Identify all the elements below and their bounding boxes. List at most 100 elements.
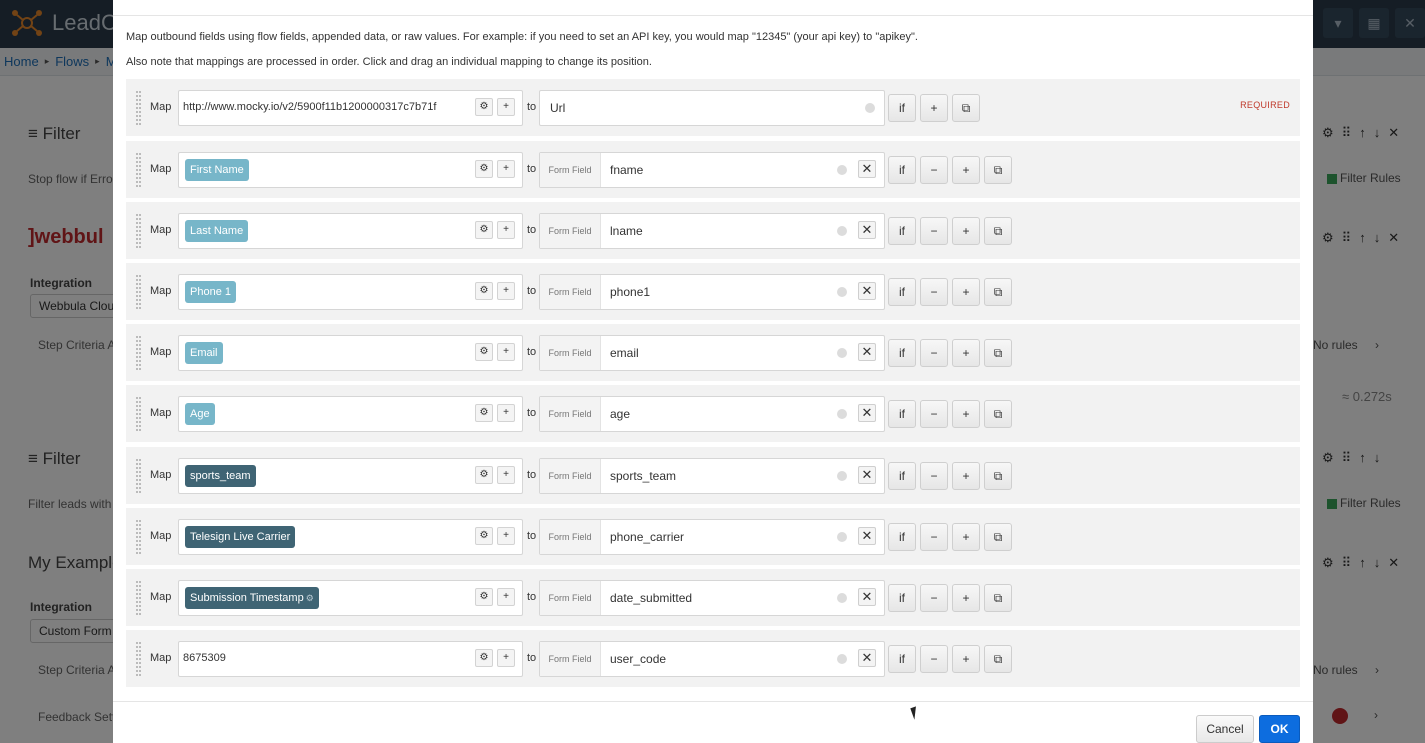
mapping-row[interactable]: Map 8675309 ⚙ + to Form Field user_code ✕ if − + ⧉ — [126, 630, 1300, 688]
condition-button[interactable]: if — [888, 645, 916, 673]
mapping-row[interactable]: Map Email ⚙ + to Form Field email ✕ if − + ⧉ — [126, 324, 1300, 382]
source-add-icon[interactable]: + — [497, 343, 515, 361]
copy-icon[interactable]: ⧉ — [984, 523, 1012, 551]
mapping-row[interactable]: Map sports_team ⚙ + to Form Field sports_team ✕… — [126, 447, 1300, 505]
remove-mapping-button[interactable]: − — [920, 462, 948, 490]
destination-field[interactable]: Form Field email ✕ — [539, 335, 885, 371]
condition-button[interactable]: if — [888, 400, 916, 428]
clear-icon[interactable]: ✕ — [858, 588, 876, 606]
remove-mapping-button[interactable]: − — [920, 400, 948, 428]
source-add-icon[interactable]: + — [497, 404, 515, 422]
tag-gear-icon[interactable]: ⚙ — [306, 593, 314, 603]
condition-button[interactable]: if — [888, 156, 916, 184]
source-tag[interactable]: Submission Timestamp ⚙ — [185, 587, 319, 609]
mapping-row[interactable]: Map Phone 1 ⚙ + to Form Field phone1 ✕ if − + ⧉ — [126, 263, 1300, 321]
remove-mapping-button[interactable]: − — [920, 645, 948, 673]
mapping-row[interactable]: Map Age ⚙ + to Form Field age ✕ if − + ⧉ — [126, 385, 1300, 443]
destination-field[interactable]: Url — [539, 90, 885, 126]
drag-handle-icon[interactable] — [136, 520, 141, 554]
source-settings-icon[interactable]: ⚙ — [475, 649, 493, 667]
source-settings-icon[interactable]: ⚙ — [475, 343, 493, 361]
condition-button[interactable]: if — [888, 584, 916, 612]
condition-button[interactable]: if — [888, 94, 916, 122]
drag-handle-icon[interactable] — [136, 91, 141, 125]
mapping-row[interactable]: Map http://www.mocky.io/v2/5900f11b120000… — [126, 79, 1300, 137]
remove-mapping-button[interactable]: − — [920, 156, 948, 184]
destination-field[interactable]: Form Field date_submitted ✕ — [539, 580, 885, 616]
mapping-row[interactable]: Map Telesign Live Carrier ⚙ + to Form Field ph… — [126, 508, 1300, 566]
remove-mapping-button[interactable]: − — [920, 339, 948, 367]
add-mapping-button[interactable]: + — [952, 584, 980, 612]
destination-field[interactable]: Form Field phone1 ✕ — [539, 274, 885, 310]
source-field[interactable]: sports_team ⚙ + — [178, 458, 523, 494]
add-mapping-button[interactable]: + — [952, 339, 980, 367]
source-settings-icon[interactable]: ⚙ — [475, 527, 493, 545]
mapping-row[interactable]: Map First Name ⚙ + to Form Field fname ✕ if − + ⧉ — [126, 141, 1300, 199]
remove-mapping-button[interactable]: − — [920, 523, 948, 551]
source-field[interactable]: Submission Timestamp ⚙ ⚙ + — [178, 580, 523, 616]
clear-icon[interactable]: ✕ — [858, 160, 876, 178]
remove-mapping-button[interactable]: − — [920, 278, 948, 306]
source-add-icon[interactable]: + — [497, 527, 515, 545]
drag-handle-icon[interactable] — [136, 581, 141, 615]
source-field[interactable]: First Name ⚙ + — [178, 152, 523, 188]
ok-button[interactable]: OK — [1259, 715, 1300, 743]
copy-icon[interactable]: ⧉ — [984, 339, 1012, 367]
source-add-icon[interactable]: + — [497, 282, 515, 300]
source-tag[interactable]: Phone 1 — [185, 281, 236, 303]
source-settings-icon[interactable]: ⚙ — [475, 221, 493, 239]
source-add-icon[interactable]: + — [497, 98, 515, 116]
copy-icon[interactable]: ⧉ — [984, 278, 1012, 306]
source-add-icon[interactable]: + — [497, 588, 515, 606]
add-mapping-button[interactable]: + — [952, 278, 980, 306]
source-field[interactable]: Last Name ⚙ + — [178, 213, 523, 249]
copy-icon[interactable]: ⧉ — [984, 645, 1012, 673]
condition-button[interactable]: if — [888, 278, 916, 306]
drag-handle-icon[interactable] — [136, 336, 141, 370]
add-mapping-button[interactable]: + — [952, 523, 980, 551]
mapping-row[interactable]: Map Submission Timestamp ⚙ ⚙ + to Form Field da… — [126, 569, 1300, 627]
source-field[interactable]: Phone 1 ⚙ + — [178, 274, 523, 310]
source-tag[interactable]: Age — [185, 403, 215, 425]
source-settings-icon[interactable]: ⚙ — [475, 588, 493, 606]
source-field[interactable]: http://www.mocky.io/v2/5900f11b120000031… — [178, 90, 523, 126]
remove-mapping-button[interactable]: − — [920, 584, 948, 612]
source-settings-icon[interactable]: ⚙ — [475, 98, 493, 116]
drag-handle-icon[interactable] — [136, 275, 141, 309]
drag-handle-icon[interactable] — [136, 397, 141, 431]
drag-handle-icon[interactable] — [136, 642, 141, 676]
source-add-icon[interactable]: + — [497, 221, 515, 239]
source-tag[interactable]: sports_team — [185, 465, 256, 487]
add-mapping-button[interactable]: + — [952, 400, 980, 428]
source-tag[interactable]: Email — [185, 342, 223, 364]
clear-icon[interactable]: ✕ — [858, 649, 876, 667]
destination-field[interactable]: Form Field phone_carrier ✕ — [539, 519, 885, 555]
destination-field[interactable]: Form Field age ✕ — [539, 396, 885, 432]
destination-field[interactable]: Form Field lname ✕ — [539, 213, 885, 249]
source-tag[interactable]: Last Name — [185, 220, 249, 242]
source-settings-icon[interactable]: ⚙ — [475, 466, 493, 484]
clear-icon[interactable]: ✕ — [858, 343, 876, 361]
source-settings-icon[interactable]: ⚙ — [475, 404, 493, 422]
add-mapping-button[interactable]: + — [920, 94, 948, 122]
copy-icon[interactable]: ⧉ — [984, 156, 1012, 184]
condition-button[interactable]: if — [888, 462, 916, 490]
add-mapping-button[interactable]: + — [952, 156, 980, 184]
drag-handle-icon[interactable] — [136, 459, 141, 493]
copy-icon[interactable]: ⧉ — [952, 94, 980, 122]
drag-handle-icon[interactable] — [136, 153, 141, 187]
add-mapping-button[interactable]: + — [952, 462, 980, 490]
source-settings-icon[interactable]: ⚙ — [475, 282, 493, 300]
source-field[interactable]: Age ⚙ + — [178, 396, 523, 432]
source-add-icon[interactable]: + — [497, 649, 515, 667]
clear-icon[interactable]: ✕ — [858, 404, 876, 422]
clear-icon[interactable]: ✕ — [858, 282, 876, 300]
destination-field[interactable]: Form Field sports_team ✕ — [539, 458, 885, 494]
source-field[interactable]: Telesign Live Carrier ⚙ + — [178, 519, 523, 555]
source-tag[interactable]: First Name — [185, 159, 249, 181]
condition-button[interactable]: if — [888, 339, 916, 367]
copy-icon[interactable]: ⧉ — [984, 217, 1012, 245]
mapping-row[interactable]: Map Last Name ⚙ + to Form Field lname ✕ if − + ⧉ — [126, 202, 1300, 260]
copy-icon[interactable]: ⧉ — [984, 462, 1012, 490]
destination-field[interactable]: Form Field fname ✕ — [539, 152, 885, 188]
